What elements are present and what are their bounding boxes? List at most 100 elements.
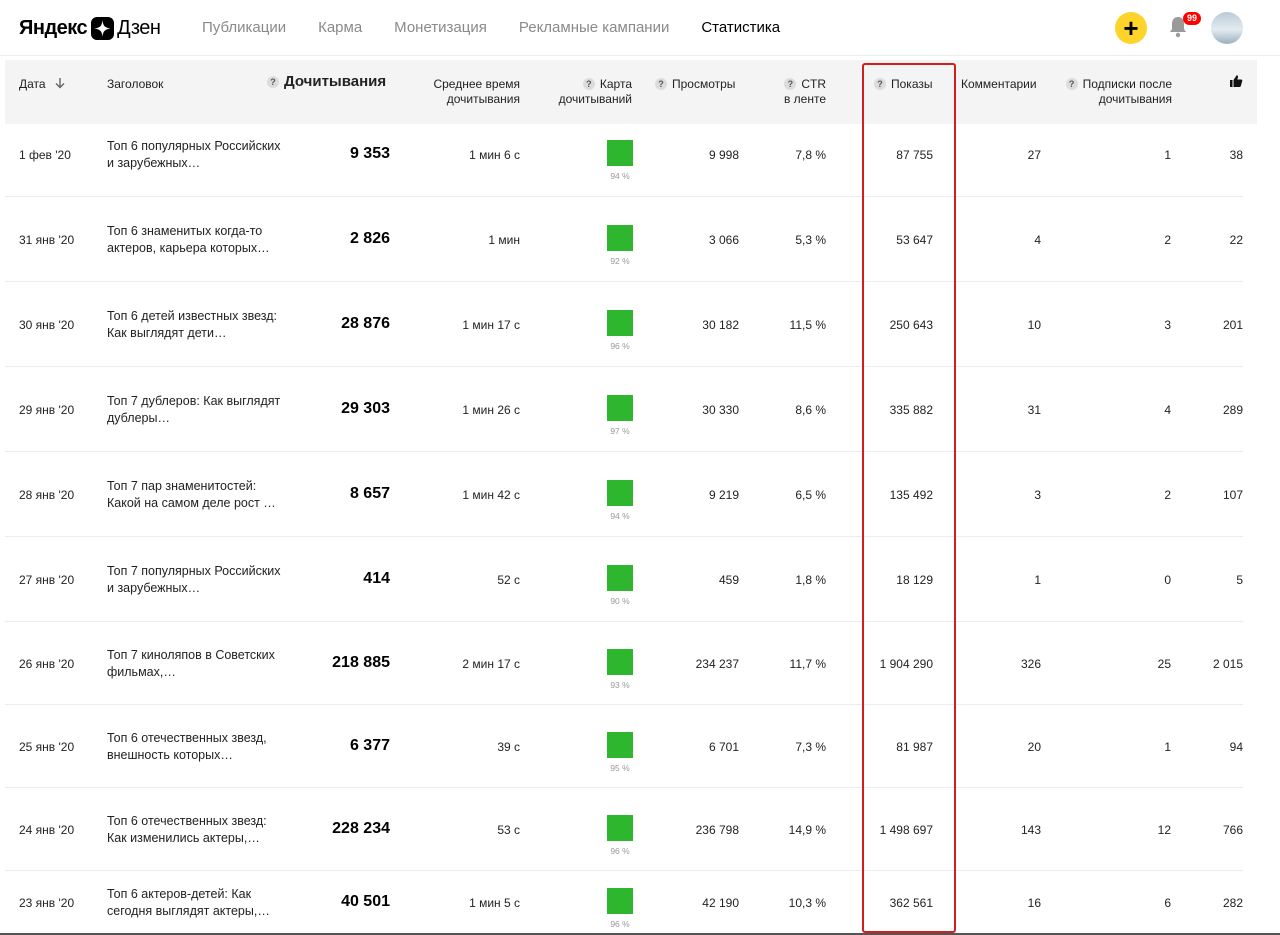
table-row[interactable]: 26 янв '20 Топ 7 киноляпов в Советских фи… [5, 622, 1243, 705]
table-row[interactable]: 31 янв '20 Топ 6 знаменитых когда-то акте… [5, 197, 1243, 282]
help-icon[interactable]: ? [784, 78, 797, 90]
col-views[interactable]: ? Просмотры [655, 77, 735, 92]
row-views: 42 190 [702, 896, 739, 910]
row-date: 24 янв '20 [19, 823, 75, 837]
table-row[interactable]: 30 янв '20 Топ 6 детей известных звезд: К… [5, 282, 1243, 367]
row-avg-time: 1 мин 26 с [462, 403, 520, 417]
col-ctr-line2: в ленте [783, 92, 826, 106]
col-subscriptions[interactable]: ? Подписки после дочитывания [1055, 77, 1172, 107]
help-icon[interactable]: ? [655, 78, 667, 90]
row-reads: 414 [363, 570, 390, 587]
row-likes: 282 [1222, 896, 1243, 910]
nav-statistics[interactable]: Статистика [701, 19, 780, 36]
col-impressions[interactable]: ? Показы [874, 77, 932, 92]
row-impressions: 1 904 290 [879, 657, 933, 671]
col-ctr-line1: CTR [801, 77, 826, 91]
nav-ad-campaigns[interactable]: Рекламные кампании [519, 19, 669, 36]
row-avg-time: 39 с [497, 740, 520, 754]
row-reads-map-percent: 90 % [610, 596, 630, 606]
row-title-link[interactable]: Топ 7 дублеров: Как выглядят дублеры… [107, 393, 287, 427]
row-ctr: 14,9 % [788, 823, 826, 837]
row-reads-map-percent: 94 % [610, 171, 630, 181]
row-views: 9 998 [708, 148, 739, 162]
row-reads-map-percent: 95 % [610, 763, 630, 773]
col-ctr[interactable]: ? CTR в ленте [765, 77, 826, 107]
create-button[interactable]: + [1115, 12, 1147, 44]
row-title-link[interactable]: Топ 7 популярных Российских и зарубежных… [107, 563, 287, 597]
col-subs-line1: Подписки после [1082, 77, 1172, 91]
row-likes: 107 [1222, 488, 1243, 502]
row-date: 28 янв '20 [19, 488, 75, 502]
nav-monetization[interactable]: Монетизация [394, 19, 487, 36]
table-row[interactable]: 29 янв '20 Топ 7 дублеров: Как выглядят д… [5, 367, 1243, 452]
row-likes: 2 015 [1212, 657, 1243, 671]
row-reads-map-bar [607, 395, 633, 421]
row-ctr: 11,7 % [789, 657, 826, 671]
row-ctr: 6,5 % [795, 488, 826, 502]
row-ctr: 7,3 % [795, 740, 826, 754]
row-title-link[interactable]: Топ 6 отечественных звезд, внешность кот… [107, 730, 287, 764]
col-avg-time[interactable]: Среднее время дочитывания [415, 77, 520, 107]
row-ctr: 10,3 % [788, 896, 826, 910]
row-title-link[interactable]: Топ 6 популярных Российских и зарубежных… [107, 138, 287, 172]
nav-karma[interactable]: Карма [318, 19, 362, 36]
row-title-link[interactable]: Топ 6 знаменитых когда-то актеров, карье… [107, 223, 287, 257]
help-icon[interactable]: ? [267, 76, 279, 88]
row-title-link[interactable]: Топ 7 пар знаменитостей: Какой на самом … [107, 478, 287, 512]
row-likes: 201 [1222, 318, 1243, 332]
col-comments[interactable]: Комментарии [961, 77, 1037, 92]
row-date: 26 янв '20 [19, 657, 75, 671]
avatar[interactable] [1211, 12, 1243, 44]
row-impressions: 87 755 [896, 148, 933, 162]
row-comments: 20 [1027, 740, 1041, 754]
table-row[interactable]: 23 янв '20 Топ 6 актеров-детей: Как сегод… [5, 871, 1243, 935]
row-avg-time: 52 с [497, 573, 520, 587]
row-title-link[interactable]: Топ 7 киноляпов в Советских фильмах,… [107, 647, 287, 681]
nav-publications[interactable]: Публикации [202, 19, 286, 36]
row-date: 1 фев '20 [19, 148, 71, 162]
table-row[interactable]: 28 янв '20 Топ 7 пар знаменитостей: Какой… [5, 452, 1243, 537]
row-title-link[interactable]: Топ 6 детей известных звезд: Как выглядя… [107, 308, 287, 342]
row-views: 9 219 [708, 488, 739, 502]
row-impressions: 53 647 [896, 233, 933, 247]
row-reads-map-bar [607, 480, 633, 506]
row-date: 27 янв '20 [19, 573, 75, 587]
row-title-link[interactable]: Топ 6 актеров-детей: Как сегодня выглядя… [107, 886, 287, 920]
row-reads-map-bar [607, 565, 633, 591]
row-views: 236 798 [695, 823, 739, 837]
help-icon[interactable]: ? [1065, 78, 1078, 90]
row-title-link[interactable]: Топ 6 отечественных звезд: Как изменилис… [107, 813, 287, 847]
row-reads-map-bar [607, 815, 633, 841]
plus-icon: + [1123, 13, 1139, 43]
col-date[interactable]: Дата [19, 77, 65, 93]
zen-star-icon [91, 16, 115, 40]
row-reads-map-bar [607, 649, 633, 675]
help-icon[interactable]: ? [874, 78, 886, 90]
help-icon[interactable]: ? [582, 78, 595, 90]
row-likes: 5 [1236, 573, 1243, 587]
zen-logo[interactable]: Яндекс Дзен [19, 14, 161, 42]
row-subscriptions: 3 [1164, 318, 1171, 332]
table-row[interactable]: 24 янв '20 Топ 6 отечественных звезд: Как… [5, 788, 1243, 871]
col-title[interactable]: Заголовок [107, 77, 163, 92]
col-subs-line2: дочитывания [1098, 92, 1172, 106]
row-ctr: 5,3 % [795, 233, 826, 247]
row-date: 29 янв '20 [19, 403, 75, 417]
row-likes: 38 [1229, 148, 1243, 162]
row-avg-time: 1 мин 6 с [469, 148, 520, 162]
row-views: 459 [718, 573, 739, 587]
table-row[interactable]: 1 фев '20 Топ 6 популярных Российских и з… [5, 112, 1243, 197]
logo-yandex-text: Яндекс [19, 16, 88, 39]
row-avg-time: 53 с [497, 823, 520, 837]
row-reads-map-bar [607, 140, 633, 166]
col-reads[interactable]: ? Дочитывания [267, 74, 386, 90]
col-reads-label: Дочитывания [284, 73, 387, 90]
row-reads-map-percent: 92 % [610, 256, 630, 266]
col-likes[interactable] [1229, 74, 1243, 92]
table-row[interactable]: 25 янв '20 Топ 6 отечественных звезд, вне… [5, 705, 1243, 788]
col-reads-map[interactable]: ? Карта дочитываний [540, 77, 632, 107]
table-row[interactable]: 27 янв '20 Топ 7 популярных Российских и … [5, 537, 1243, 622]
row-avg-time: 1 мин [488, 233, 520, 247]
row-comments: 31 [1027, 403, 1041, 417]
row-date: 31 янв '20 [19, 233, 75, 247]
